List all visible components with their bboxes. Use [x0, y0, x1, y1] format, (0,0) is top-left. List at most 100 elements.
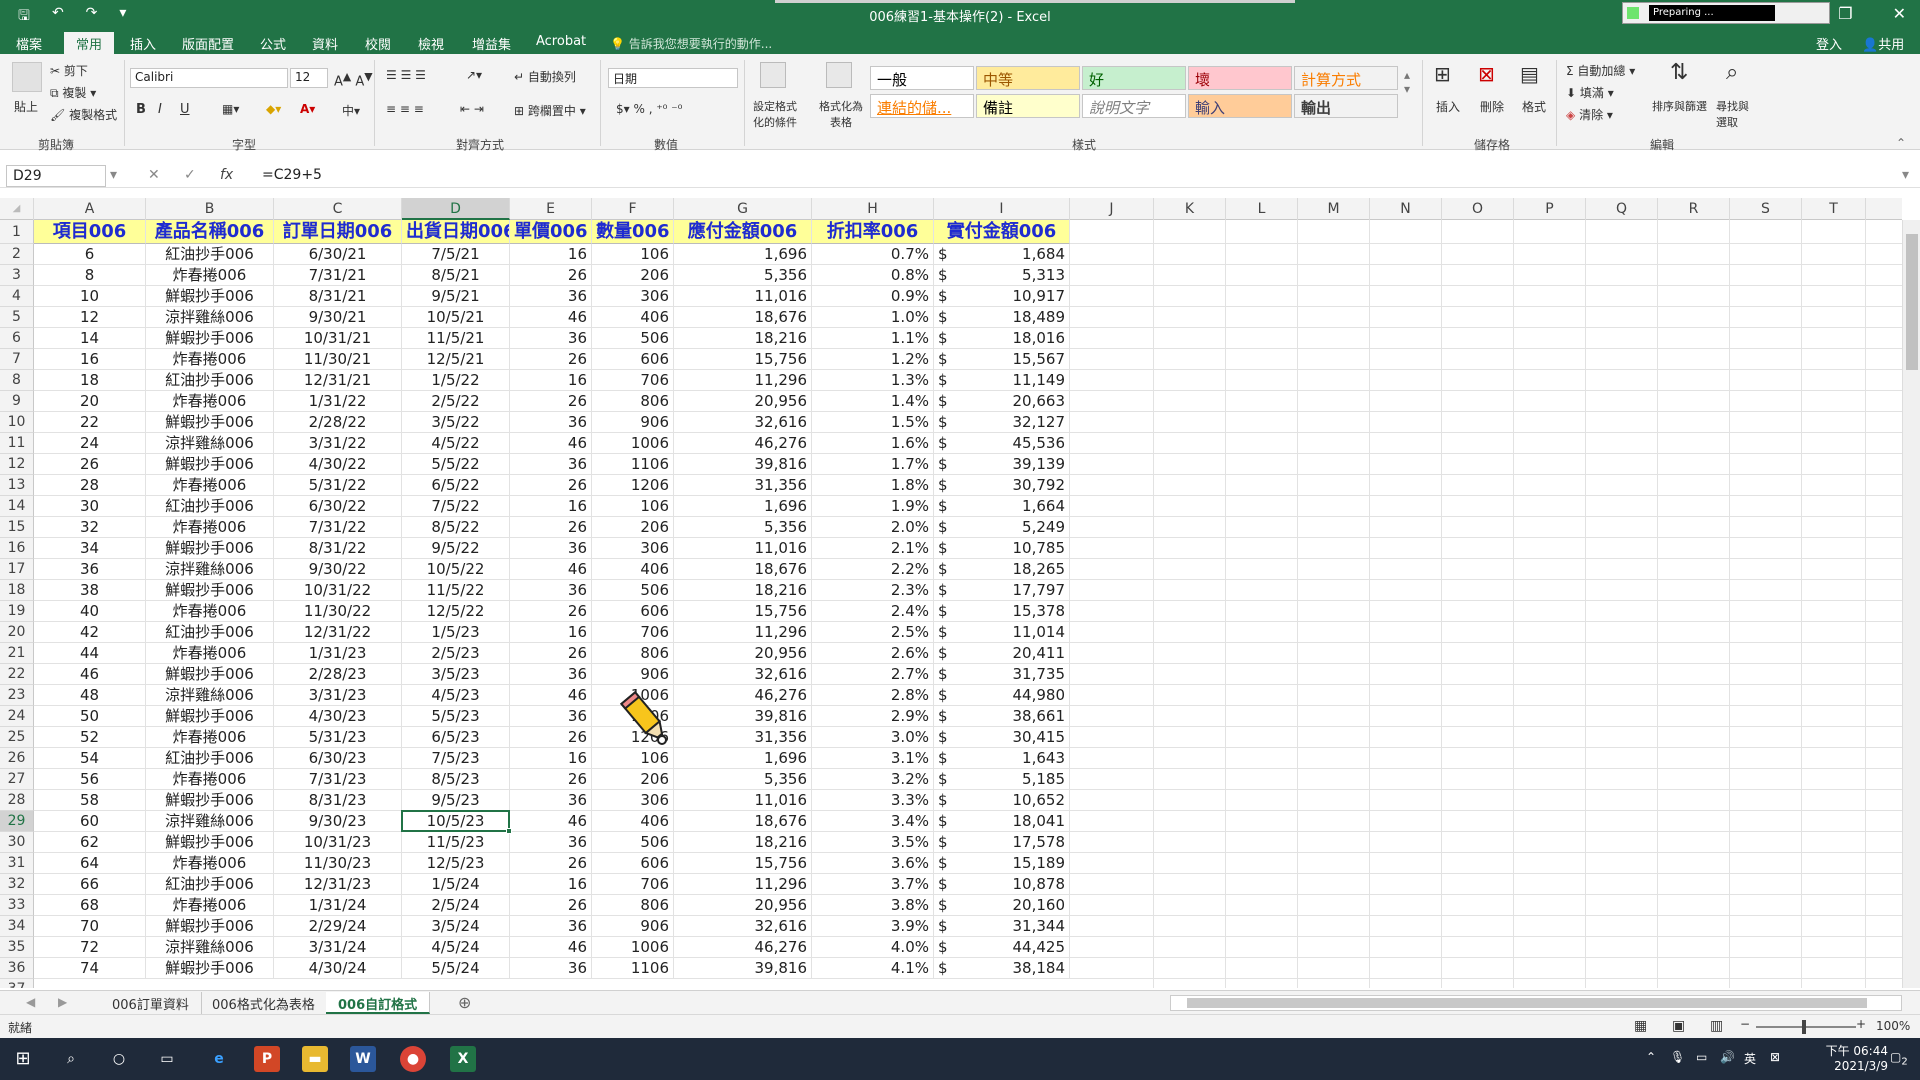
font-grow-shrink[interactable]: A▲ A▼ [334, 70, 373, 89]
table-cell[interactable]: 涼拌雞絲006 [146, 811, 274, 832]
row-header[interactable]: 36 [0, 958, 34, 979]
column-header-F[interactable]: F [592, 198, 674, 220]
table-cell[interactable]: 2/29/24 [274, 916, 402, 937]
table-cell[interactable]: 36 [510, 538, 592, 559]
zoom-out-icon[interactable]: − [1740, 1017, 1750, 1031]
table-cell[interactable]: 2.3% [812, 580, 934, 601]
row-header[interactable]: 22 [0, 664, 34, 685]
delete-cells-icon[interactable]: ⊠ [1478, 62, 1495, 86]
table-cell[interactable]: 206 [592, 517, 674, 538]
table-cell[interactable]: 706 [592, 874, 674, 895]
table-cell[interactable]: 鮮蝦抄手006 [146, 454, 274, 475]
table-cell[interactable]: $11,149 [934, 370, 1070, 391]
table-cell[interactable]: 72 [34, 937, 146, 958]
insert-cells-button[interactable]: 插入 [1436, 98, 1460, 115]
table-cell[interactable]: 1006 [592, 937, 674, 958]
table-cell[interactable]: 106 [592, 496, 674, 517]
table-cell[interactable]: 鮮蝦抄手006 [146, 832, 274, 853]
table-cell[interactable]: 4.1% [812, 958, 934, 979]
table-cell[interactable]: 36 [510, 580, 592, 601]
sheet-tab-orders[interactable]: 006訂單資料 [100, 992, 202, 1014]
table-cell[interactable]: 紅油抄手006 [146, 874, 274, 895]
align-left-icon[interactable]: ≡ ≡ ≡ [386, 102, 424, 116]
collapse-ribbon-icon[interactable]: ⌃ [1896, 136, 1906, 150]
table-cell[interactable]: 12/31/21 [274, 370, 402, 391]
table-cell[interactable]: 1.7% [812, 454, 934, 475]
table-cell[interactable]: 12/5/22 [402, 601, 510, 622]
table-cell[interactable]: 鮮蝦抄手006 [146, 790, 274, 811]
table-cell[interactable]: 12/31/22 [274, 622, 402, 643]
format-as-table-icon[interactable] [826, 62, 852, 88]
table-cell[interactable]: 406 [592, 811, 674, 832]
powerpoint-icon[interactable]: P [254, 1046, 280, 1072]
column-header-P[interactable]: P [1514, 198, 1586, 220]
fill-color-icon[interactable]: ◆▾ [266, 102, 281, 116]
row-header[interactable]: 17 [0, 559, 34, 580]
find-select-button[interactable]: 尋找與選取 [1716, 98, 1756, 130]
table-cell[interactable]: 涼拌雞絲006 [146, 433, 274, 454]
wrap-text-button[interactable]: ↵ 自動換列 [514, 68, 576, 85]
table-cell[interactable]: 16 [510, 370, 592, 391]
table-cell[interactable]: 10/5/22 [402, 559, 510, 580]
table-cell[interactable]: 706 [592, 622, 674, 643]
row-header[interactable]: 35 [0, 937, 34, 958]
table-cell[interactable]: $11,014 [934, 622, 1070, 643]
table-cell[interactable]: 15,756 [674, 853, 812, 874]
table-cell[interactable]: 2.2% [812, 559, 934, 580]
cell-style-5[interactable]: 連結的儲... [870, 94, 974, 118]
table-cell[interactable]: 1,696 [674, 496, 812, 517]
tray-expand-icon[interactable]: ⌃ [1646, 1050, 1656, 1064]
enter-icon[interactable]: ✓ [184, 167, 196, 183]
table-cell[interactable]: 8 [34, 265, 146, 286]
table-cell[interactable]: 3.4% [812, 811, 934, 832]
tab-review[interactable]: 校閱 [365, 34, 391, 53]
table-cell[interactable]: 紅油抄手006 [146, 370, 274, 391]
clear-button[interactable]: ◈ 清除 ▾ [1566, 106, 1613, 123]
table-cell[interactable]: 0.7% [812, 244, 934, 265]
table-cell[interactable]: 4/30/23 [274, 706, 402, 727]
table-cell[interactable]: 46 [34, 664, 146, 685]
sheet-prev-icon[interactable]: ◀ [26, 995, 35, 1009]
table-cell[interactable]: $18,016 [934, 328, 1070, 349]
page-layout-view-icon[interactable]: ▣ [1672, 1018, 1685, 1034]
table-cell[interactable]: 3.2% [812, 769, 934, 790]
paste-button[interactable]: 貼上 [14, 98, 38, 115]
header-cell[interactable]: 項目006 [34, 220, 146, 244]
table-cell[interactable]: 9/5/23 [402, 790, 510, 811]
table-cell[interactable]: 9/5/21 [402, 286, 510, 307]
table-cell[interactable]: 68 [34, 895, 146, 916]
table-cell[interactable]: 1206 [592, 475, 674, 496]
cancel-icon[interactable]: ✕ [148, 167, 160, 183]
table-cell[interactable]: 26 [510, 643, 592, 664]
tab-view[interactable]: 檢視 [418, 34, 444, 53]
border-icon[interactable]: ▦▾ [222, 102, 239, 116]
table-cell[interactable]: 4/30/24 [274, 958, 402, 979]
row-header[interactable]: 34 [0, 916, 34, 937]
table-cell[interactable]: 26 [510, 853, 592, 874]
header-cell[interactable]: 應付金額006 [674, 220, 812, 244]
tab-formulas[interactable]: 公式 [260, 34, 286, 53]
table-cell[interactable]: 106 [592, 748, 674, 769]
table-cell[interactable]: 1.0% [812, 307, 934, 328]
table-cell[interactable]: 31,356 [674, 727, 812, 748]
table-cell[interactable]: 5,356 [674, 517, 812, 538]
table-cell[interactable]: 18,676 [674, 811, 812, 832]
cell-style-7[interactable]: 說明文字 [1082, 94, 1186, 118]
merge-center-button[interactable]: ⊞ 跨欄置中 ▾ [514, 102, 586, 119]
table-cell[interactable]: 1.5% [812, 412, 934, 433]
zoom-in-icon[interactable]: + [1856, 1017, 1866, 1031]
table-cell[interactable]: 11/30/22 [274, 601, 402, 622]
row-header[interactable]: 1 [0, 220, 34, 244]
column-header-M[interactable]: M [1298, 198, 1370, 220]
row-header[interactable]: 30 [0, 832, 34, 853]
table-cell[interactable]: $5,313 [934, 265, 1070, 286]
worksheet-grid[interactable]: ◢ A B C D E F G H I J K L M N O P Q R S T 1 2 3 4 5 6 7 8 9 10 11 12 13 14… [0, 198, 1920, 988]
table-cell[interactable]: 6/5/22 [402, 475, 510, 496]
table-cell[interactable]: 18,216 [674, 832, 812, 853]
table-cell[interactable]: 12/31/23 [274, 874, 402, 895]
table-cell[interactable]: 1/5/23 [402, 622, 510, 643]
table-cell[interactable]: 806 [592, 895, 674, 916]
table-cell[interactable]: 8/5/23 [402, 769, 510, 790]
table-cell[interactable]: 54 [34, 748, 146, 769]
table-cell[interactable]: $5,249 [934, 517, 1070, 538]
